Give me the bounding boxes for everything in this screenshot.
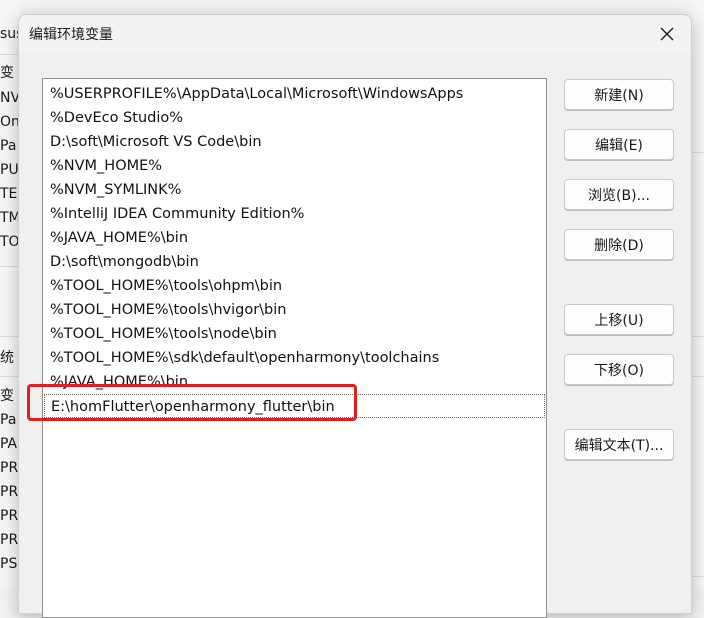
background-text: sus xyxy=(0,26,20,42)
list-item[interactable]: %TOOL_HOME%\tools\ohpm\bin xyxy=(44,274,545,298)
background-text: TE xyxy=(0,186,18,202)
move-up-button[interactable]: 上移(U) xyxy=(564,304,674,335)
background-text: PR xyxy=(0,484,19,500)
background-text: TO xyxy=(0,234,20,250)
background-divider xyxy=(692,152,704,153)
move-down-button[interactable]: 下移(O) xyxy=(564,354,674,385)
edit-text-button[interactable]: 编辑文本(T)... xyxy=(564,429,674,460)
background-text: 变 xyxy=(0,65,14,81)
background-text: PR xyxy=(0,508,19,524)
browse-button[interactable]: 浏览(B)... xyxy=(564,179,674,210)
close-button[interactable] xyxy=(643,15,691,53)
background-divider xyxy=(0,376,20,377)
delete-button[interactable]: 删除(D) xyxy=(564,229,674,260)
background-text: 变 xyxy=(0,388,14,404)
background-divider xyxy=(692,376,704,377)
title-bar: 编辑环境变量 xyxy=(19,15,691,53)
list-item[interactable]: D:\soft\Microsoft VS Code\bin xyxy=(44,130,545,154)
background-text: Pa xyxy=(0,138,17,154)
background-text: PS xyxy=(0,556,18,572)
list-item[interactable]: %DevEco Studio% xyxy=(44,106,545,130)
list-item[interactable]: %TOOL_HOME%\tools\node\bin xyxy=(44,322,545,346)
list-item[interactable]: D:\soft\mongodb\bin xyxy=(44,250,545,274)
list-item[interactable]: %JAVA_HOME%\bin xyxy=(44,226,545,250)
background-divider xyxy=(0,266,20,267)
edit-button[interactable]: 编辑(E) xyxy=(564,129,674,160)
path-list[interactable]: %USERPROFILE%\AppData\Local\Microsoft\Wi… xyxy=(42,78,547,618)
list-item[interactable]: %NVM_SYMLINK% xyxy=(44,178,545,202)
background-text: 统 xyxy=(0,350,14,366)
list-item[interactable]: %JAVA_HOME%\bin xyxy=(44,370,545,394)
edit-env-var-dialog: 编辑环境变量 %USERPROFILE%\AppData\Local\Micro… xyxy=(18,14,692,618)
new-button[interactable]: 新建(N) xyxy=(564,79,674,110)
background-text: PU xyxy=(0,162,19,178)
background-divider xyxy=(692,576,704,577)
dialog-title: 编辑环境变量 xyxy=(29,27,113,43)
background-text: TM xyxy=(0,210,20,226)
background-window-right xyxy=(692,0,704,586)
background-text: PA xyxy=(0,436,18,452)
background-divider xyxy=(0,336,20,337)
background-text: PR xyxy=(0,532,19,548)
close-icon xyxy=(660,27,674,41)
background-text: Pa xyxy=(0,412,17,428)
list-item[interactable]: %NVM_HOME% xyxy=(44,154,545,178)
list-item[interactable]: %USERPROFILE%\AppData\Local\Microsoft\Wi… xyxy=(44,82,545,106)
background-text: NV xyxy=(0,90,20,106)
background-text: PR xyxy=(0,460,19,476)
list-item-selected[interactable]: E:\homFlutter\openharmony_flutter\bin xyxy=(44,394,545,418)
background-divider xyxy=(0,54,20,55)
list-item[interactable]: %TOOL_HOME%\sdk\default\openharmony\tool… xyxy=(44,346,545,370)
list-item[interactable]: %IntelliJ IDEA Community Edition% xyxy=(44,202,545,226)
background-text: On xyxy=(0,114,20,130)
list-item[interactable]: %TOOL_HOME%\tools\hvigor\bin xyxy=(44,298,545,322)
background-divider xyxy=(692,336,704,337)
